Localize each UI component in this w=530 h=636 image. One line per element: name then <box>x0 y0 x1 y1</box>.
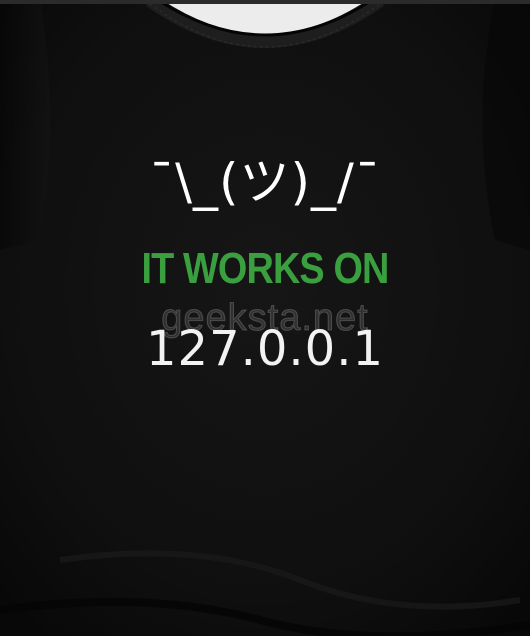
localhost-address-text: 127.0.0.1 <box>145 321 384 377</box>
tshirt-photo: ¯\_(ツ)_/¯ IT WORKS ON geeksta.net 127.0.… <box>0 0 530 636</box>
shrug-emoticon: ¯\_(ツ)_/¯ <box>149 153 381 211</box>
tshirt-body <box>0 0 530 636</box>
headline-text: IT WORKS ON <box>141 244 389 293</box>
